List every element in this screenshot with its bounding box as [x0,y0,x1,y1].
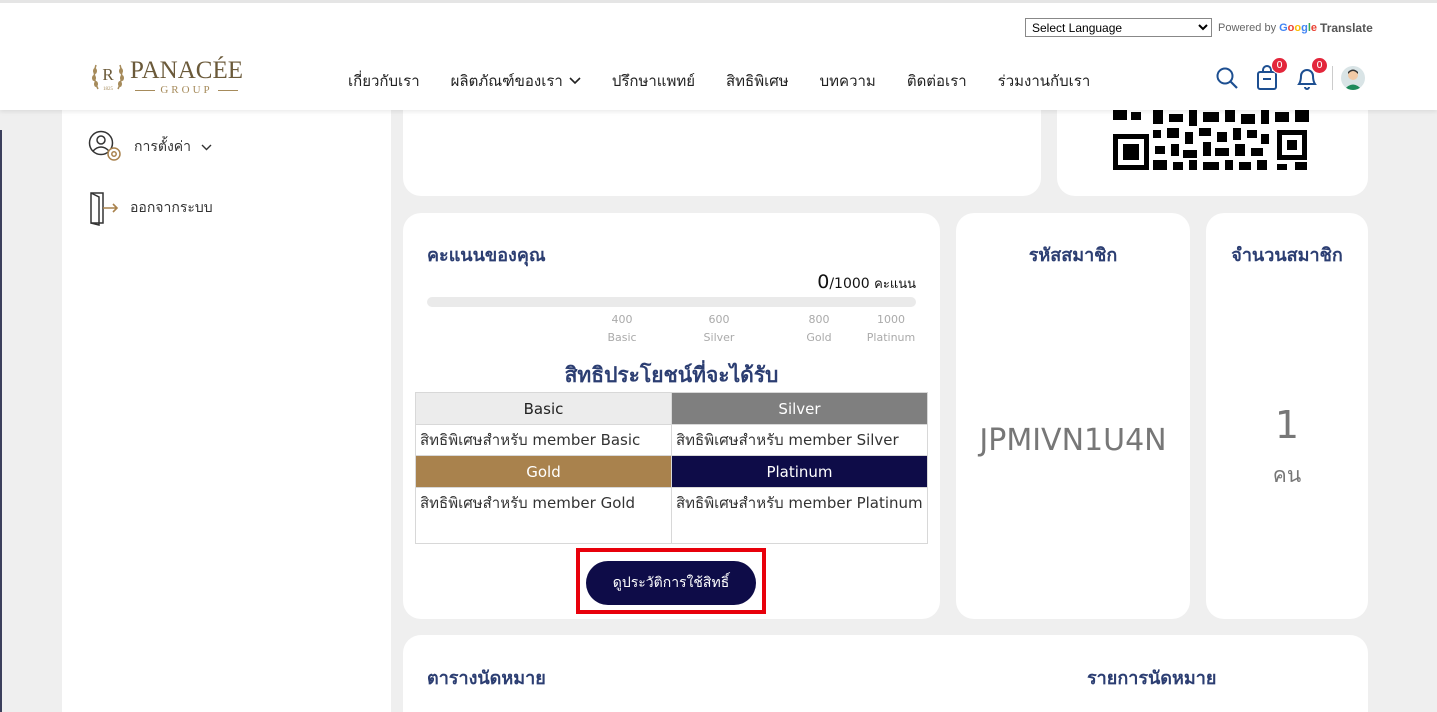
sidebar-item-logout[interactable]: ออกจากระบบ [88,190,213,226]
tier-header-silver: Silver [671,392,928,425]
tick-basic: 400 Basic [592,311,652,347]
score-title: คะแนนของคุณ [427,245,546,266]
members-count-card: จำนวนสมาชิก 1 คน [1206,213,1368,619]
logo-sub-text: GROUP [160,84,213,96]
tick-platinum: 1000 Platinum [861,311,921,347]
page-left-gutter [0,110,62,712]
qr-code-icon [1113,110,1313,172]
nav-careers-label: ร่วมงานกับเรา [997,72,1091,90]
appointments-card: ตารางนัดหมาย รายการนัดหมาย [403,635,1368,712]
appointment-list-title: รายการนัดหมาย [1087,668,1217,689]
benefits-table: Basic Silver สิทธิพิเศษสำหรับ member Bas… [415,392,928,544]
sidebar-item-settings[interactable]: การตั้งค่า [88,130,212,164]
tick-label: Silver [703,331,735,344]
tick-value: 600 [708,313,730,326]
tick-gold: 800 Gold [789,311,849,347]
member-code-title: รหัสสมาชิก [1028,245,1118,266]
nav-consult[interactable]: ปรึกษาแพทย์ [612,69,695,93]
tier-header-basic: Basic [415,392,672,425]
user-avatar-icon [1344,69,1362,90]
notification-badge: 0 [1311,57,1328,74]
appointment-schedule-title: ตารางนัดหมาย [427,668,546,689]
search-icon [1216,67,1238,89]
tick-silver: 600 Silver [689,311,749,347]
tick-label: Gold [806,331,832,344]
qr-card-partial [1057,96,1368,196]
profile-card-partial [403,96,1041,196]
tier-desc-silver: สิทธิพิเศษสำหรับ member Silver [671,424,928,456]
tick-value: 800 [808,313,830,326]
tier-desc-gold: สิทธิพิเศษสำหรับ member Gold [415,487,672,544]
header-icons: 0 0 [1212,57,1365,93]
tier-desc-platinum: สิทธิพิเศษสำหรับ member Platinum [671,487,928,544]
nav-about-label: เกี่ยวกับเรา [348,72,420,90]
language-select[interactable]: Select Language [1025,18,1212,37]
powered-by-google: Powered by Google Translate [1218,21,1373,35]
member-code-value: JPMIVN1U4N [979,423,1167,458]
nav-consult-label: ปรึกษาแพทย์ [611,72,696,90]
nav-products[interactable]: ผลิตภัณฑ์ของเรา [451,69,581,93]
score-unit: คะแนน [874,277,916,292]
panacee-logo[interactable]: R 1825 PANACÉE GROUP [88,57,243,97]
tick-label: Basic [607,331,637,344]
tick-value: 400 [611,313,633,326]
nav-products-label: ผลิตภัณฑ์ของเรา [450,72,563,90]
logout-door-icon [90,192,119,226]
sidebar-settings-label: การตั้งค่า [134,139,192,155]
powered-by-text: Powered by [1218,21,1277,34]
nav-privileges[interactable]: สิทธิพิเศษ [726,69,789,93]
nav-articles[interactable]: บทความ [820,69,876,93]
logo-sub-row: GROUP [135,84,238,96]
google-logo: Google [1279,21,1318,34]
benefits-title: สิทธิประโยชน์ที่จะได้รับ [564,363,779,387]
member-code-card: รหัสสมาชิก JPMIVN1U4N [956,213,1190,619]
nav-contact[interactable]: ติดต่อเรา [907,69,967,93]
score-max: /1000 [829,276,870,292]
account-sidebar: การตั้งค่า ออกจากระบบ [62,110,391,712]
score-value: 0/1000 คะแนน [817,271,916,294]
notification-button[interactable]: 0 [1292,57,1328,93]
cart-badge: 0 [1271,57,1288,74]
sidebar-logout-label: ออกจากระบบ [130,200,213,216]
nav-privileges-label: สิทธิพิเศษ [726,72,789,90]
laurel-crest-icon: R 1825 [88,57,128,97]
header-divider [1332,66,1333,90]
nav-about[interactable]: เกี่ยวกับเรา [348,69,420,93]
score-progress-bar [427,297,916,307]
members-count-value: 1 [1274,403,1300,447]
tier-header-gold: Gold [415,455,672,488]
members-count-unit: คน [1272,463,1302,487]
logo-main-text: PANACÉE [130,57,243,84]
svg-text:R: R [102,65,114,84]
nav-contact-label: ติดต่อเรา [906,72,967,90]
tier-desc-basic: สิทธิพิเศษสำหรับ member Basic [415,424,672,456]
logo-wordmark: PANACÉE GROUP [130,57,243,97]
chevron-down-icon [201,144,212,150]
cart-button[interactable]: 0 [1252,57,1288,93]
highlight-box [576,548,766,614]
translate-link[interactable]: Translate [1320,21,1373,35]
search-button[interactable] [1212,63,1242,93]
tier-header-platinum: Platinum [671,455,928,488]
user-settings-icon [88,130,121,161]
window-edge [0,130,2,712]
svg-text:1825: 1825 [103,87,114,92]
score-current: 0 [817,271,830,293]
main-nav: เกี่ยวกับเรา ผลิตภัณฑ์ของเรา ปรึกษาแพทย์… [348,69,1121,93]
top-header: Select Language Powered by Google Transl… [0,0,1437,110]
nav-careers[interactable]: ร่วมงานกับเรา [998,69,1091,93]
google-translate-bar: Select Language Powered by Google Transl… [1025,18,1373,37]
members-count-title: จำนวนสมาชิก [1231,245,1343,266]
chevron-down-icon [569,77,581,85]
tick-value: 1000 [877,313,905,326]
tick-label: Platinum [866,331,916,344]
user-avatar[interactable] [1341,66,1365,90]
nav-articles-label: บทความ [819,72,876,90]
